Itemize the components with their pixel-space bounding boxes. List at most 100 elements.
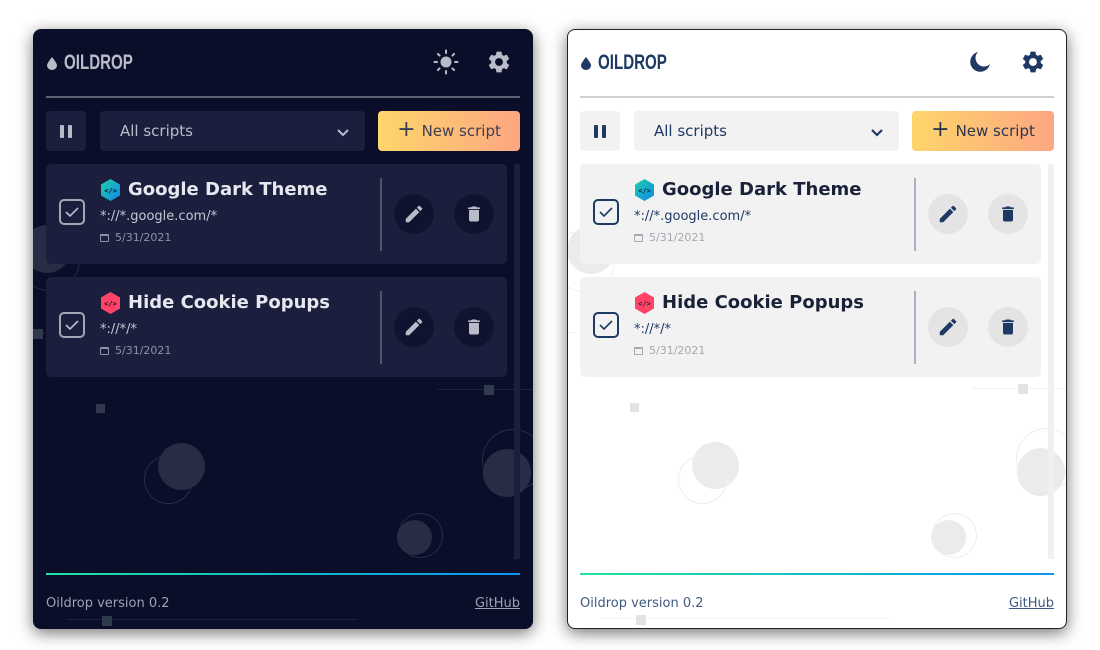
chevron-down-icon — [871, 129, 883, 137]
version-text: Oildrop version 0.2 — [580, 596, 704, 611]
toolbar: All scripts + New script — [46, 111, 520, 151]
pencil-icon — [405, 205, 423, 223]
card-divider — [380, 178, 382, 251]
pause-icon — [594, 124, 598, 138]
pause-icon — [60, 124, 64, 138]
svg-text:</>: </> — [638, 187, 651, 195]
app-logo: OILDROP — [581, 51, 694, 75]
script-date: 5/31/2021 — [634, 344, 705, 357]
new-script-button[interactable]: + New script — [912, 111, 1054, 151]
script-match-pattern: *://*/* — [100, 322, 138, 337]
script-filter-value: All scripts — [654, 122, 727, 140]
calendar-icon — [100, 346, 109, 355]
popup-panel-light: OILDROP All scripts + New script </> Goo… — [567, 29, 1067, 629]
script-filter-value: All scripts — [120, 122, 193, 140]
script-date: 5/31/2021 — [100, 344, 171, 357]
script-card: </> Google Dark Theme *://*.google.com/*… — [580, 164, 1041, 264]
script-date: 5/31/2021 — [100, 231, 171, 244]
edit-script-button[interactable] — [394, 307, 434, 347]
theme-toggle-button[interactable] — [966, 48, 994, 76]
plus-icon: + — [931, 116, 950, 142]
moon-icon — [970, 52, 990, 72]
footer-divider — [46, 573, 520, 575]
pencil-icon — [939, 318, 957, 336]
script-enabled-checkbox[interactable] — [59, 199, 85, 225]
script-date-value: 5/31/2021 — [649, 231, 706, 244]
new-script-label: New script — [421, 122, 501, 140]
pencil-icon — [939, 205, 957, 223]
oil-drop-icon — [581, 56, 591, 70]
script-list-scrollbar[interactable] — [1048, 164, 1054, 559]
sun-icon — [433, 49, 459, 75]
calendar-icon — [634, 346, 643, 355]
script-enabled-checkbox[interactable] — [593, 312, 619, 338]
checkmark-icon — [599, 207, 613, 218]
script-date-value: 5/31/2021 — [649, 344, 706, 357]
gear-icon — [488, 51, 510, 73]
card-divider — [914, 291, 916, 364]
script-filter-select[interactable]: All scripts — [634, 111, 899, 151]
trash-icon — [1002, 206, 1014, 222]
header-divider — [580, 96, 1054, 98]
script-title: Google Dark Theme — [128, 179, 328, 200]
checkmark-icon — [599, 320, 613, 331]
edit-script-button[interactable] — [394, 194, 434, 234]
script-title: Hide Cookie Popups — [662, 292, 865, 313]
chevron-down-icon — [337, 129, 349, 137]
delete-script-button[interactable] — [988, 307, 1028, 347]
edit-script-button[interactable] — [928, 307, 968, 347]
checkmark-icon — [65, 207, 79, 218]
script-enabled-checkbox[interactable] — [59, 312, 85, 338]
pause-all-button[interactable] — [580, 111, 620, 151]
code-hex-icon: </> — [101, 292, 120, 314]
delete-script-button[interactable] — [988, 194, 1028, 234]
svg-text:</>: </> — [104, 300, 117, 308]
settings-button[interactable] — [1019, 48, 1047, 76]
svg-text:</>: </> — [104, 187, 117, 195]
script-match-pattern: *://*.google.com/* — [634, 209, 752, 224]
pause-icon-bar — [602, 124, 606, 138]
oil-drop-icon — [47, 56, 57, 70]
app-name: OILDROP — [598, 51, 667, 74]
delete-script-button[interactable] — [454, 194, 494, 234]
script-match-pattern: *://*.google.com/* — [100, 209, 218, 224]
checkmark-icon — [65, 320, 79, 331]
version-text: Oildrop version 0.2 — [46, 596, 170, 611]
github-link[interactable]: GitHub — [475, 596, 520, 611]
delete-script-button[interactable] — [454, 307, 494, 347]
script-card: </> Hide Cookie Popups *://*/* 5/31/2021 — [580, 277, 1041, 377]
settings-button[interactable] — [485, 48, 513, 76]
script-list-scrollbar[interactable] — [514, 164, 520, 559]
theme-toggle-button[interactable] — [432, 48, 460, 76]
new-script-button[interactable]: + New script — [378, 111, 520, 151]
script-list: </> Google Dark Theme *://*.google.com/*… — [580, 164, 1041, 390]
gear-icon — [1022, 51, 1044, 73]
script-date-value: 5/31/2021 — [115, 344, 172, 357]
script-filter-select[interactable]: All scripts — [100, 111, 365, 151]
pause-icon-bar — [68, 124, 72, 138]
script-enabled-checkbox[interactable] — [593, 199, 619, 225]
footer-divider — [580, 573, 1054, 575]
app-logo: OILDROP — [47, 51, 160, 75]
card-divider — [380, 291, 382, 364]
card-divider — [914, 178, 916, 251]
github-link[interactable]: GitHub — [1009, 596, 1054, 611]
script-title: Google Dark Theme — [662, 179, 862, 200]
script-title: Hide Cookie Popups — [128, 292, 331, 313]
toolbar: All scripts + New script — [580, 111, 1054, 151]
app-name: OILDROP — [64, 51, 133, 74]
pencil-icon — [405, 318, 423, 336]
svg-text:</>: </> — [638, 300, 651, 308]
script-date: 5/31/2021 — [634, 231, 705, 244]
plus-icon: + — [397, 116, 416, 142]
script-date-value: 5/31/2021 — [115, 231, 172, 244]
code-hex-icon: </> — [635, 179, 654, 201]
pause-all-button[interactable] — [46, 111, 86, 151]
script-match-pattern: *://*/* — [634, 322, 672, 337]
new-script-label: New script — [955, 122, 1035, 140]
trash-icon — [1002, 319, 1014, 335]
trash-icon — [468, 319, 480, 335]
popup-panel-dark: OILDROP All scripts + New script </> Goo… — [33, 29, 533, 629]
edit-script-button[interactable] — [928, 194, 968, 234]
script-list: </> Google Dark Theme *://*.google.com/*… — [46, 164, 507, 390]
